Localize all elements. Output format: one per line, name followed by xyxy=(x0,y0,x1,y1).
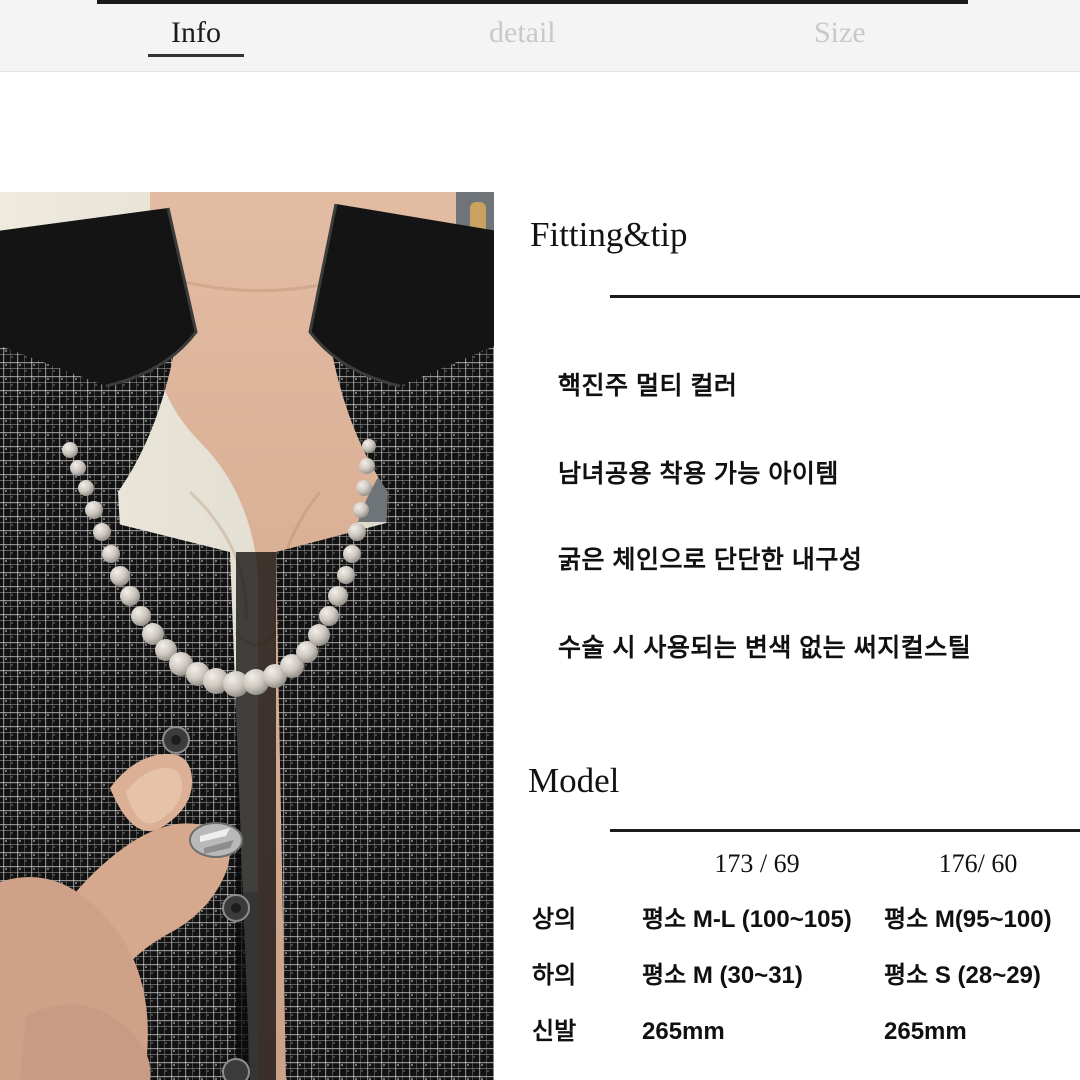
fitting-point: 남녀공용 착용 가능 아이템 xyxy=(558,460,839,488)
fitting-tip-divider xyxy=(610,295,1080,298)
info-panel: Fitting&tip 핵진주 멀티 컬러 남녀공용 착용 가능 아이템 굵은 … xyxy=(494,192,1080,1080)
table-row: 상의 평소 M-L (100~105) 평소 M(95~100) xyxy=(494,903,1080,959)
row-label: 신발 xyxy=(532,1018,577,1045)
tab-bar-top-rule xyxy=(97,0,968,4)
row-value-a: 평소 M (30~31) xyxy=(642,962,803,989)
model-a-spec: 173 / 69 xyxy=(714,849,800,878)
row-label: 상의 xyxy=(532,906,577,933)
tab-bar: Info detail Size xyxy=(0,0,1080,72)
fitting-point: 핵진주 멀티 컬러 xyxy=(558,372,738,400)
table-header-row: 173 / 69 176/ 60 xyxy=(494,847,1080,903)
row-value-b: 평소 M(95~100) xyxy=(884,906,1052,933)
model-divider xyxy=(610,829,1080,832)
model-heading: Model xyxy=(528,761,620,800)
table-row: 하의 평소 M (30~31) 평소 S (28~29) xyxy=(494,959,1080,1015)
tab-detail-label: detail xyxy=(489,16,556,49)
product-photo xyxy=(0,192,494,1080)
product-photo-illustration xyxy=(0,192,494,1080)
row-value-b: 평소 S (28~29) xyxy=(884,962,1041,989)
tab-size[interactable]: Size xyxy=(814,14,866,52)
product-detail-page: Info detail Size Fitting&tip 핵진주 멀티 컬러 남… xyxy=(0,0,1080,1080)
model-b-spec: 176/ 60 xyxy=(938,849,1018,878)
row-value-b: 265mm xyxy=(884,1018,967,1045)
fitting-point: 수술 시 사용되는 변색 없는 써지컬스틸 xyxy=(558,634,972,662)
row-label: 하의 xyxy=(532,962,577,989)
row-value-a: 265mm xyxy=(642,1018,725,1045)
tab-active-underline xyxy=(148,54,244,57)
table-row: 신발 265mm 265mm xyxy=(494,1015,1080,1071)
tab-info-label: Info xyxy=(171,16,221,49)
row-value-a: 평소 M-L (100~105) xyxy=(642,906,852,933)
tab-info[interactable]: Info xyxy=(148,14,244,57)
fitting-point: 굵은 체인으로 단단한 내구성 xyxy=(558,546,863,574)
fitting-tip-heading: Fitting&tip xyxy=(530,215,688,254)
tab-size-label: Size xyxy=(814,16,866,49)
tab-detail[interactable]: detail xyxy=(489,14,556,52)
